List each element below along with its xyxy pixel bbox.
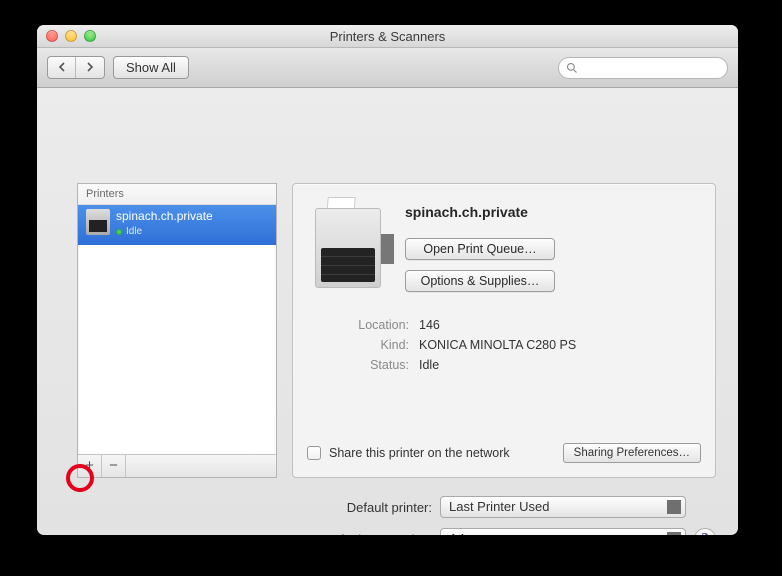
window-titlebar: Printers & Scanners [37,25,738,48]
sharing-preferences-button[interactable]: Sharing Preferences… [563,443,701,463]
popup-arrows-icon: ▴▾ [673,532,678,535]
printer-title: spinach.ch.private [405,204,699,220]
printers-list-header: Printers [78,184,276,205]
nav-back-button[interactable] [48,57,76,78]
window-zoom-button[interactable] [84,30,96,42]
printer-large-icon [309,200,387,288]
search-icon [566,62,578,74]
printer-detail-panel: spinach.ch.private Open Print Queue… Opt… [292,183,716,478]
default-paper-size-popup[interactable]: A4 ▴▾ [440,528,686,535]
window-title: Printers & Scanners [330,29,446,44]
status-value: Idle [419,358,439,372]
plus-icon: + [85,457,94,474]
default-printer-popup[interactable]: Last Printer Used ▴▾ [440,496,686,518]
help-icon: ? [702,531,709,535]
chevron-left-icon [57,62,67,72]
popup-arrows-icon: ▴▾ [673,500,678,514]
default-printer-value: Last Printer Used [449,499,549,514]
kind-value: KONICA MINOLTA C280 PS [419,338,576,352]
printer-icon [86,209,110,235]
search-input[interactable] [582,60,720,76]
default-paper-label: Default paper size: [292,532,432,536]
default-paper-value: A4 [449,531,465,535]
toolbar: Show All [37,48,738,88]
chevron-right-icon [85,62,95,72]
status-dot-icon [116,229,122,235]
status-key: Status: [309,358,409,372]
defaults-section: Default printer: Last Printer Used ▴▾ De… [292,496,686,535]
printers-source-list: Printers spinach.ch.private Idle + − [77,183,277,478]
show-all-button[interactable]: Show All [113,56,189,79]
options-and-supplies-button[interactable]: Options & Supplies… [405,270,555,292]
location-key: Location: [309,318,409,332]
nav-forward-button[interactable] [76,57,104,78]
printer-item-status: Idle [116,225,213,239]
location-value: 146 [419,318,440,332]
open-print-queue-button[interactable]: Open Print Queue… [405,238,555,260]
printer-item-name: spinach.ch.private [116,209,213,223]
add-printer-button[interactable]: + [78,455,102,477]
kind-key: Kind: [309,338,409,352]
share-printer-checkbox[interactable] [307,446,321,460]
help-button[interactable]: ? [694,528,716,535]
share-printer-label: Share this printer on the network [329,446,510,460]
search-field-wrapper[interactable] [558,57,728,79]
window-close-button[interactable] [46,30,58,42]
remove-printer-button[interactable]: − [102,455,126,477]
minus-icon: − [109,457,118,474]
nav-back-forward-segment [47,56,105,79]
printer-list-item[interactable]: spinach.ch.private Idle [78,205,276,245]
window-minimize-button[interactable] [65,30,77,42]
default-printer-label: Default printer: [292,500,432,515]
